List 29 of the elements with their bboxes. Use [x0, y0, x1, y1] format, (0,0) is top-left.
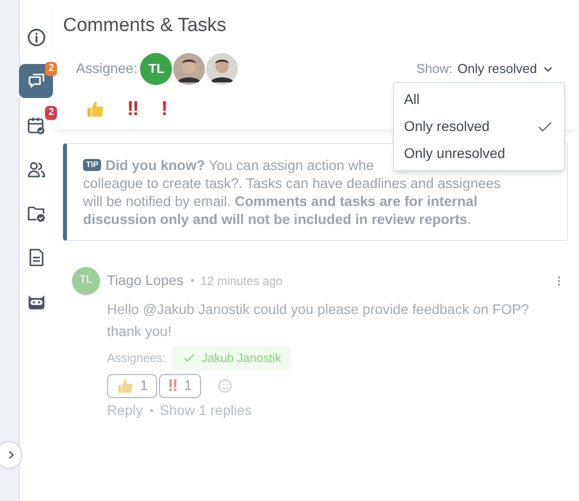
calendar-check-icon	[26, 114, 46, 136]
tip-text-line: will be notified by email. Comments and tasks are for internal	[83, 192, 478, 210]
assignee-label: Assignee:	[76, 59, 138, 78]
reaction-filter-button[interactable]: ‼	[127, 98, 140, 118]
reaction-button[interactable]: 1	[107, 374, 157, 398]
menu-option[interactable]: Only unresolved	[394, 140, 564, 167]
count-badge: 2	[45, 106, 57, 120]
comment-time: 12 minutes ago	[200, 272, 283, 290]
info-icon	[26, 26, 46, 48]
assignee-avatar[interactable]: TL	[140, 52, 172, 84]
comment-text: Hello @Jakub Janostik could you please provide feedback on FOP? thank you!	[107, 300, 530, 341]
smiley-icon	[216, 378, 233, 394]
menu-option[interactable]: All	[394, 86, 564, 113]
tip-text-line: discussion only and will not be included in review reports.	[83, 210, 472, 228]
author-name: Tiago Lopes	[107, 271, 184, 290]
thumbs-up-icon	[85, 98, 105, 118]
menu-option[interactable]: Only resolved	[394, 113, 564, 140]
panel-title: Comments & Tasks	[63, 14, 228, 38]
show-filter-dropdown[interactable]: Show: Only resolved	[416, 58, 554, 78]
reaction-filter-button[interactable]: !	[161, 98, 168, 118]
tip-text-line: colleague to create task?. Tasks can have deadlines and assignees	[83, 174, 501, 192]
reaction-button[interactable]: ‼ 1	[158, 374, 201, 398]
thumbs-up-icon	[116, 376, 134, 394]
author-avatar: TL	[72, 266, 100, 294]
tip-badge: TIP	[83, 158, 102, 170]
tip-text-line: Did you know? You can assign action whe	[105, 156, 374, 174]
assignees-label: Assignees:	[107, 350, 166, 366]
assignee-chip: Jakub Janostik	[172, 346, 292, 370]
count-badge: 2	[45, 62, 57, 76]
